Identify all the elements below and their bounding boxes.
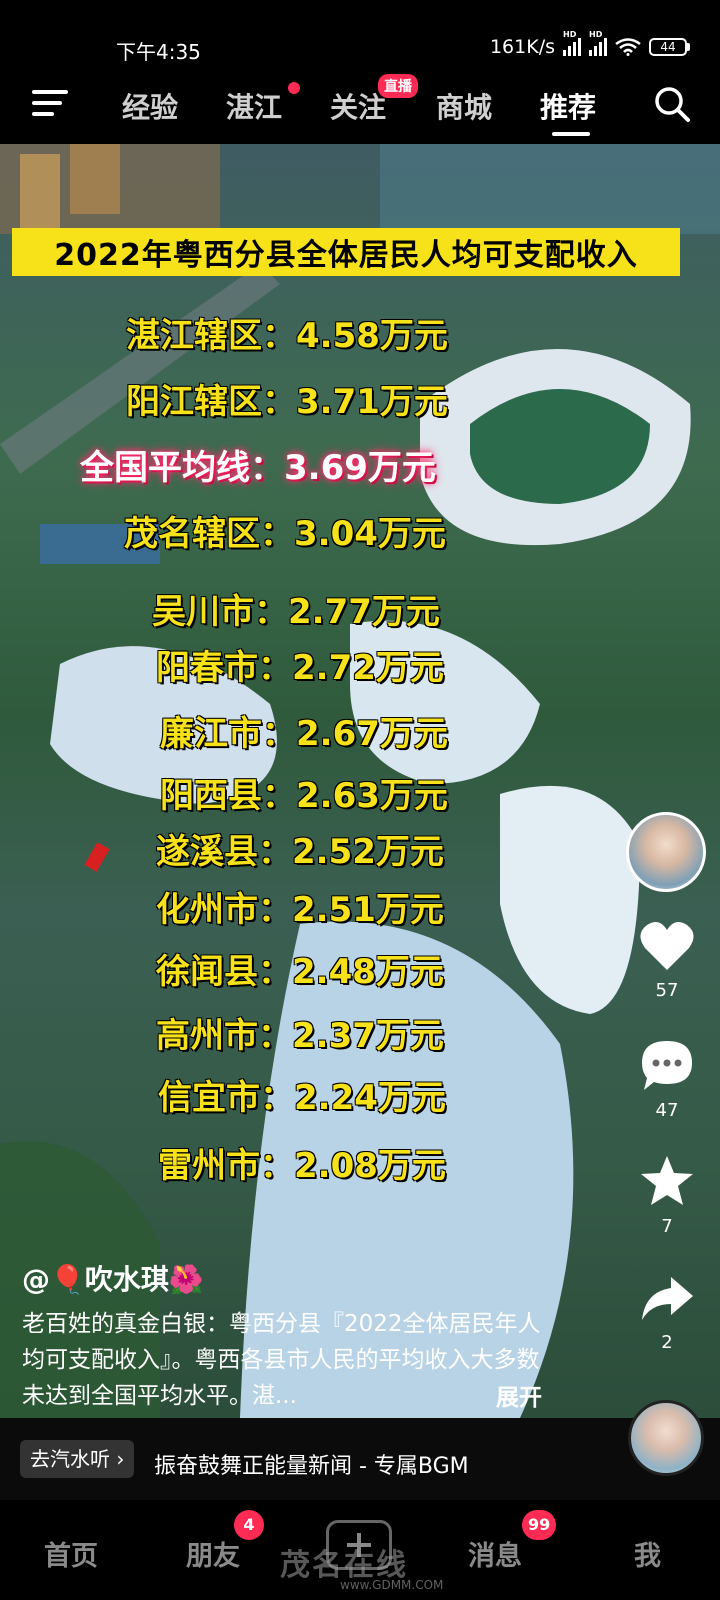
comment-icon: [642, 1041, 692, 1090]
income-row: 阳西县：2.63万元: [160, 776, 448, 816]
income-row: 湛江辖区：4.58万元: [126, 316, 448, 356]
income-row: 信宜市：2.24万元: [158, 1078, 446, 1118]
share-icon: [642, 1277, 693, 1320]
heart-icon: [640, 921, 694, 970]
tab-zhanjiang-dot: [288, 82, 300, 94]
income-row: 茂名辖区：3.04万元: [124, 514, 446, 554]
income-row: 徐闻县：2.48万元: [156, 952, 444, 992]
tab-zhanjiang[interactable]: 湛江: [226, 86, 282, 126]
nav-me[interactable]: 我: [634, 1534, 661, 1573]
messages-badge: 99: [522, 1510, 557, 1540]
national-average-row: 全国平均线：3.69万元: [80, 448, 436, 488]
favorite-button[interactable]: 7: [630, 1154, 704, 1237]
income-row: 廉江市：2.67万元: [160, 714, 448, 754]
signal-icon: HD: [563, 30, 581, 56]
music-bar[interactable]: 去汽水听 › 振奋鼓舞正能量新闻 - 专属BGM: [0, 1400, 720, 1500]
income-row: 吴川市：2.77万元: [152, 592, 440, 632]
creator-avatar[interactable]: [626, 812, 706, 892]
tab-following[interactable]: 关注: [330, 86, 386, 126]
comment-count: 47: [655, 1100, 679, 1121]
income-row: 雷州市：2.08万元: [158, 1146, 446, 1186]
music-disc-avatar[interactable]: [628, 1400, 704, 1476]
author-name[interactable]: @🎈吹水琪🌺: [22, 1258, 204, 1298]
star-icon: [641, 1156, 693, 1205]
income-row: 遂溪县：2.52万元: [156, 832, 444, 872]
like-button[interactable]: 57: [630, 920, 704, 1001]
video-title-banner: 2022年粤西分县全体居民人均可支配收入: [12, 228, 680, 276]
video-player[interactable]: 2022年粤西分县全体居民人均可支配收入 湛江辖区：4.58万元 阳江辖区：3.…: [0, 144, 720, 1418]
battery-icon: 44: [649, 38, 690, 56]
expand-caption-button[interactable]: 展开: [496, 1378, 542, 1412]
tab-recommend[interactable]: 推荐: [540, 86, 596, 126]
menu-icon[interactable]: [32, 88, 68, 118]
wifi-icon: [615, 38, 641, 56]
status-indicators: 161K/s HD HD 44: [489, 30, 690, 58]
network-speed: 161K/s: [489, 36, 555, 58]
income-row: 阳春市：2.72万元: [156, 648, 444, 688]
share-count: 2: [661, 1332, 673, 1353]
status-time: 下午4:35: [116, 40, 201, 64]
bottom-nav: 首页 朋友 4 茂名在线 www.GDMM.COM 消息 99 我: [0, 1500, 720, 1600]
share-button[interactable]: 2: [630, 1274, 704, 1353]
tab-mall[interactable]: 商城: [436, 86, 492, 126]
tab-experience[interactable]: 经验: [122, 86, 178, 126]
listen-in-qishui-button[interactable]: 去汽水听 ›: [20, 1440, 135, 1478]
nav-friends[interactable]: 朋友: [186, 1534, 240, 1573]
watermark-url: www.GDMM.COM: [340, 1578, 444, 1592]
search-icon[interactable]: [652, 84, 692, 124]
status-bar: 下午4:35 161K/s HD HD 44: [0, 0, 720, 68]
active-tab-indicator: [552, 132, 590, 136]
top-nav: 经验 湛江 关注 直播 商城 推荐: [0, 68, 720, 144]
friends-badge: 4: [234, 1510, 264, 1540]
like-count: 57: [655, 980, 679, 1001]
comment-button[interactable]: 47: [630, 1038, 704, 1121]
nav-home[interactable]: 首页: [44, 1534, 98, 1573]
favorite-count: 7: [661, 1216, 673, 1237]
signal-icon-2: HD: [589, 30, 607, 56]
video-caption[interactable]: 老百姓的真金白银：粤西分县『2022全体居民年人均可支配收入』。粤西各县市人民的…: [22, 1306, 552, 1414]
income-row: 高州市：2.37万元: [156, 1016, 444, 1056]
income-row: 阳江辖区：3.71万元: [126, 382, 448, 422]
income-row: 化州市：2.51万元: [156, 890, 444, 930]
music-title[interactable]: 振奋鼓舞正能量新闻 - 专属BGM: [154, 1448, 469, 1480]
nav-messages[interactable]: 消息: [468, 1534, 522, 1573]
live-badge: 直播: [378, 74, 418, 98]
